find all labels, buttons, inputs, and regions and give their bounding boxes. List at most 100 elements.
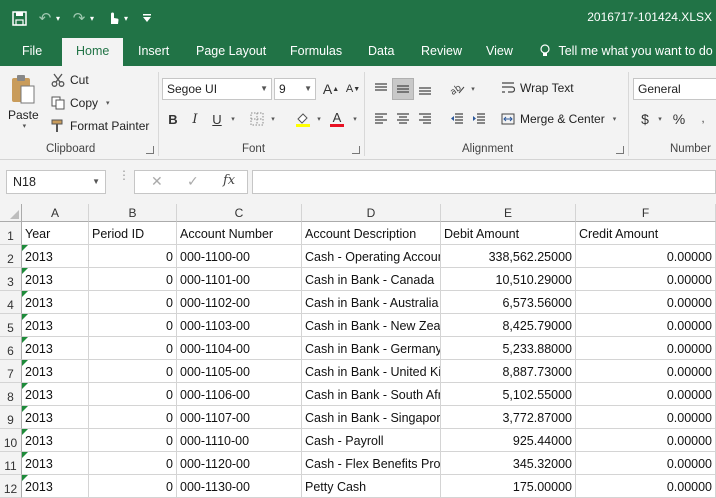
table-cell[interactable]: 0 [89,429,177,452]
row-header[interactable]: 10 [0,429,22,452]
table-cell[interactable]: 3,772.87000 [441,406,576,429]
table-cell[interactable]: 0.00000 [576,360,716,383]
fill-color-icon[interactable] [292,108,314,130]
paste-button[interactable]: Paste ▾ [8,74,39,130]
table-cell[interactable]: 000-1102-00 [177,291,302,314]
header-cell[interactable]: Account Description [302,222,441,245]
comma-style-icon[interactable]: , [692,108,714,130]
decrease-indent-icon[interactable] [446,108,468,130]
table-cell[interactable]: 000-1110-00 [177,429,302,452]
formula-bar-grip-icon[interactable]: ⋮ [118,169,130,181]
table-cell[interactable]: Cash in Bank - United Kingdom [302,360,441,383]
italic-button[interactable]: I [184,108,206,130]
table-cell[interactable]: 2013 [22,406,89,429]
table-cell[interactable]: 000-1101-00 [177,268,302,291]
table-cell[interactable]: 5,102.55000 [441,383,576,406]
row-header[interactable]: 4 [0,291,22,314]
tab-page-layout[interactable]: Page Layout [196,36,266,66]
insert-function-icon[interactable]: fx [223,173,235,188]
currency-button[interactable]: $ [634,108,656,130]
table-cell[interactable]: 0.00000 [576,383,716,406]
increase-font-icon[interactable]: A ▲ [320,78,342,100]
row-header[interactable]: 3 [0,268,22,291]
tab-formulas[interactable]: Formulas [290,36,342,66]
orientation-icon[interactable]: ab [446,78,468,100]
enter-icon[interactable]: ✓ [187,173,199,190]
table-cell[interactable]: Cash in Bank - New Zealand [302,314,441,337]
table-cell[interactable]: Cash in Bank - Canada [302,268,441,291]
table-cell[interactable]: 0 [89,245,177,268]
table-cell[interactable]: 000-1104-00 [177,337,302,360]
bold-button[interactable]: B [162,108,184,130]
formula-input[interactable] [252,170,716,194]
row-header[interactable]: 5 [0,314,22,337]
copy-dropdown-icon[interactable]: ▾ [106,99,110,107]
font-name-select[interactable]: Segoe UI ▼ [162,78,272,100]
tab-file[interactable]: File [22,36,42,66]
header-cell[interactable]: Account Number [177,222,302,245]
touch-mode-icon[interactable] [102,7,124,29]
table-cell[interactable]: 2013 [22,429,89,452]
table-cell[interactable]: 0 [89,360,177,383]
borders-dropdown-icon[interactable]: ▾ [266,108,278,130]
table-cell[interactable]: Cash in Bank - South Africa [302,383,441,406]
table-cell[interactable]: 0.00000 [576,337,716,360]
clipboard-dialog-launcher-icon[interactable] [146,146,154,154]
table-cell[interactable]: Cash in Bank - Singapore [302,406,441,429]
table-cell[interactable]: 925.44000 [441,429,576,452]
underline-dropdown-icon[interactable]: ▾ [226,108,238,130]
table-cell[interactable]: 0.00000 [576,429,716,452]
header-cell[interactable]: Year [22,222,89,245]
table-cell[interactable]: 2013 [22,291,89,314]
table-cell[interactable]: 000-1105-00 [177,360,302,383]
middle-align-icon[interactable] [392,78,414,100]
font-color-button[interactable]: A [326,108,348,130]
table-cell[interactable]: 0.00000 [576,475,716,498]
table-cell[interactable]: 2013 [22,475,89,498]
redo-dropdown-icon[interactable]: ▾ [90,14,94,23]
table-cell[interactable]: 2013 [22,337,89,360]
row-header[interactable]: 6 [0,337,22,360]
fill-color-dropdown-icon[interactable]: ▾ [312,108,324,130]
table-cell[interactable]: 8,425.79000 [441,314,576,337]
table-cell[interactable]: 2013 [22,383,89,406]
table-cell[interactable]: Cash in Bank - Germany [302,337,441,360]
row-header[interactable]: 2 [0,245,22,268]
orientation-dropdown-icon[interactable]: ▾ [466,78,478,100]
table-cell[interactable]: 2013 [22,360,89,383]
table-cell[interactable]: 345.32000 [441,452,576,475]
format-painter-button[interactable]: Format Painter [50,118,149,134]
undo-dropdown-icon[interactable]: ▾ [56,14,60,23]
wrap-text-button[interactable]: Wrap Text [500,80,574,96]
table-cell[interactable]: 000-1103-00 [177,314,302,337]
alignment-dialog-launcher-icon[interactable] [616,146,624,154]
table-cell[interactable]: 10,510.29000 [441,268,576,291]
table-cell[interactable]: 0.00000 [576,406,716,429]
copy-button[interactable]: Copy ▾ [50,95,110,111]
name-box[interactable]: N18 ▼ [6,170,106,194]
underline-button[interactable]: U [206,108,228,130]
table-cell[interactable]: 0 [89,406,177,429]
select-all-button[interactable] [0,204,22,222]
tell-me-box[interactable]: Tell me what you want to do [540,36,713,66]
table-cell[interactable]: 0.00000 [576,245,716,268]
align-right-icon[interactable] [414,108,436,130]
table-cell[interactable]: 2013 [22,268,89,291]
percent-button[interactable]: % [668,108,690,130]
table-cell[interactable]: 000-1120-00 [177,452,302,475]
align-left-icon[interactable] [370,108,392,130]
font-dialog-launcher-icon[interactable] [352,146,360,154]
table-cell[interactable]: 000-1100-00 [177,245,302,268]
align-center-icon[interactable] [392,108,414,130]
row-header[interactable]: 8 [0,383,22,406]
bottom-align-icon[interactable] [414,78,436,100]
table-cell[interactable]: 000-1107-00 [177,406,302,429]
table-cell[interactable]: 000-1106-00 [177,383,302,406]
tab-review[interactable]: Review [421,36,462,66]
table-cell[interactable]: 0 [89,314,177,337]
table-cell[interactable]: 0 [89,475,177,498]
cancel-icon[interactable]: ✕ [151,173,163,190]
table-cell[interactable]: 2013 [22,245,89,268]
table-cell[interactable]: Cash in Bank - Australia [302,291,441,314]
row-header[interactable]: 11 [0,452,22,475]
